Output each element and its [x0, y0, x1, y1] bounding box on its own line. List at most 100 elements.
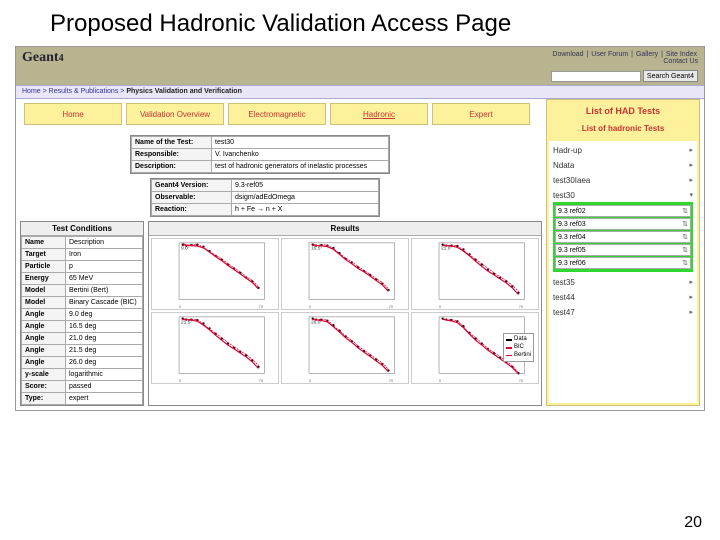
- nav-tab-home[interactable]: Home: [24, 103, 122, 125]
- conditions-header: Test Conditions: [21, 222, 143, 236]
- slide-title: Proposed Hadronic Validation Access Page: [0, 0, 720, 46]
- field-label: Reaction:: [152, 204, 232, 216]
- side-subitem[interactable]: 9.3 ref02⇅: [555, 205, 691, 217]
- svg-text:9.0°: 9.0°: [181, 246, 190, 252]
- cond-label: Target: [22, 249, 66, 261]
- field-label: Description:: [132, 161, 212, 173]
- side-list: Hadr-up▸Ndata▸test30Iaea▸test30▾9.3 ref0…: [549, 141, 697, 403]
- svg-text:70: 70: [519, 378, 523, 383]
- side-subitem[interactable]: 9.3 ref06⇅: [555, 257, 691, 269]
- updown-icon: ⇅: [682, 246, 688, 254]
- field-value: test of hadronic generators of inelastic…: [212, 161, 389, 173]
- cond-label: Name: [22, 237, 66, 249]
- contact-link[interactable]: Contact Us: [551, 58, 698, 65]
- field-label: Observable:: [152, 192, 232, 204]
- cond-label: Angle: [22, 333, 66, 345]
- updown-icon: ⇅: [682, 259, 688, 267]
- logo-text: Geant: [22, 50, 59, 65]
- cond-value: Binary Cascade (BIC): [66, 297, 143, 309]
- cond-value: 9.0 deg: [66, 309, 143, 321]
- svg-text:0: 0: [179, 304, 181, 309]
- side-panel: List of HAD Tests List of hadronic Tests…: [546, 99, 700, 406]
- updown-icon: ⇅: [682, 220, 688, 228]
- result-plot[interactable]: 26.0° 0 70: [281, 312, 409, 384]
- cond-value: 26.0 deg: [66, 357, 143, 369]
- side-category[interactable]: test30Iaea▸: [551, 173, 695, 188]
- svg-text:70: 70: [389, 378, 393, 383]
- cond-value: p: [66, 261, 143, 273]
- chevron-icon: ▸: [689, 176, 693, 185]
- chevron-icon: ▸: [689, 293, 693, 302]
- chevron-icon: ▸: [689, 308, 693, 317]
- version-box: Geant4 Version:9.3-ref05Observable:dsigm…: [150, 178, 380, 217]
- cond-value: expert: [66, 393, 143, 405]
- top-link[interactable]: User Forum: [591, 51, 628, 58]
- cond-value: Bertini (Bert): [66, 285, 143, 297]
- result-plot[interactable]: 16.5° 0 70: [281, 238, 409, 310]
- side-category[interactable]: test35▸: [551, 275, 695, 290]
- logo-suffix: 4: [59, 53, 64, 64]
- cond-label: Type:: [22, 393, 66, 405]
- updown-icon: ⇅: [682, 233, 688, 241]
- top-link[interactable]: Gallery: [636, 51, 658, 58]
- side-title: List of HAD Tests: [547, 100, 699, 122]
- cond-label: Angle: [22, 309, 66, 321]
- result-plot[interactable]: 9.0° 0 70: [151, 238, 279, 310]
- cond-label: y-scale: [22, 369, 66, 381]
- nav-tab-validation-overview[interactable]: Validation Overview: [126, 103, 224, 125]
- main-area: HomeValidation OverviewElectromagneticHa…: [16, 99, 704, 410]
- result-plot[interactable]: 21.5° 0 70: [151, 312, 279, 384]
- svg-text:0: 0: [439, 378, 441, 383]
- nav-tab-hadronic[interactable]: Hadronic: [330, 103, 428, 125]
- search-button[interactable]: Search Geant4: [643, 70, 698, 82]
- top-links: Download | User Forum | Gallery | Site I…: [551, 51, 698, 65]
- chevron-icon: ▾: [689, 191, 693, 200]
- chevron-icon: ▸: [689, 146, 693, 155]
- breadcrumb: Home > Results & Publications > Physics …: [16, 85, 704, 99]
- side-subitem[interactable]: 9.3 ref05⇅: [555, 244, 691, 256]
- field-value: dsigm/adEdOmega: [232, 192, 379, 204]
- side-subtitle: List of hadronic Tests: [547, 122, 699, 139]
- nav-tab-expert[interactable]: Expert: [432, 103, 530, 125]
- top-link[interactable]: Download: [552, 51, 583, 58]
- top-link[interactable]: Site Index: [666, 51, 697, 58]
- test-info-box: Name of the Test:test30Responsible:V. Iv…: [130, 135, 390, 174]
- conditions-box: Test Conditions NameDescriptionTargetIro…: [20, 221, 144, 406]
- browser-window: Geant4 Download | User Forum | Gallery |…: [15, 46, 705, 411]
- field-label: Name of the Test:: [132, 137, 212, 149]
- svg-text:0: 0: [309, 304, 311, 309]
- nav-tab-electromagnetic[interactable]: Electromagnetic: [228, 103, 326, 125]
- side-category[interactable]: Ndata▸: [551, 158, 695, 173]
- cond-value: 21.0 deg: [66, 333, 143, 345]
- cond-value: Description: [66, 237, 143, 249]
- crumb-home[interactable]: Home: [22, 88, 41, 95]
- cond-label: Energy: [22, 273, 66, 285]
- side-category[interactable]: test30▾9.3 ref02⇅9.3 ref03⇅9.3 ref04⇅9.3…: [551, 188, 695, 275]
- updown-icon: ⇅: [682, 207, 688, 215]
- side-subitem[interactable]: 9.3 ref04⇅: [555, 231, 691, 243]
- svg-text:70: 70: [259, 378, 263, 383]
- side-sublist: 9.3 ref02⇅9.3 ref03⇅9.3 ref04⇅9.3 ref05⇅…: [553, 202, 693, 272]
- left-column: HomeValidation OverviewElectromagneticHa…: [20, 99, 542, 406]
- side-subitem[interactable]: 9.3 ref03⇅: [555, 218, 691, 230]
- result-plot[interactable]: 21.0° 0 70: [411, 238, 539, 310]
- svg-text:0: 0: [309, 378, 311, 383]
- search-row: Search Geant4: [16, 69, 704, 85]
- field-value: 9.3-ref05: [232, 180, 379, 192]
- search-input[interactable]: [551, 71, 641, 82]
- cond-label: Angle: [22, 345, 66, 357]
- side-category[interactable]: test47▸: [551, 305, 695, 320]
- result-plot[interactable]: 0 70 Data BIC Bertini: [411, 312, 539, 384]
- side-category[interactable]: test44▸: [551, 290, 695, 305]
- svg-text:70: 70: [519, 304, 523, 309]
- chevron-icon: ▸: [689, 161, 693, 170]
- cond-label: Score:: [22, 381, 66, 393]
- cond-value: 21.5 deg: [66, 345, 143, 357]
- cond-value: 65 MeV: [66, 273, 143, 285]
- crumb-mid[interactable]: Results & Publications: [49, 88, 119, 95]
- site-banner: Geant4 Download | User Forum | Gallery |…: [16, 47, 704, 69]
- side-category[interactable]: Hadr-up▸: [551, 143, 695, 158]
- field-value: V. Ivanchenko: [212, 149, 389, 161]
- results-box: Results 9.0° 0 70 16.5° 0 70 21.0° 0 70 …: [148, 221, 542, 406]
- lower-row: Test Conditions NameDescriptionTargetIro…: [20, 221, 542, 406]
